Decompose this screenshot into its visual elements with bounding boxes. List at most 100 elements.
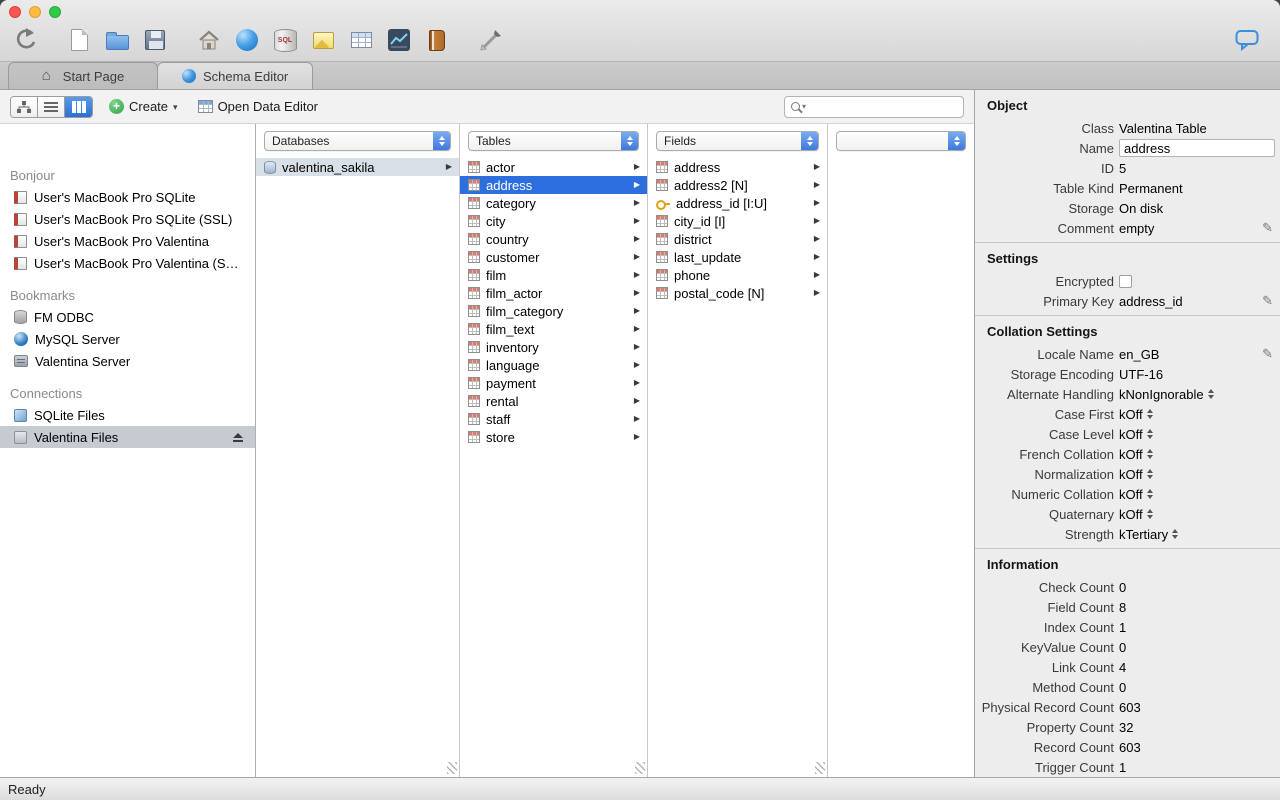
field-row[interactable]: address ▶: [648, 158, 827, 176]
home-icon[interactable]: [194, 24, 224, 56]
sidebar-item[interactable]: User's MacBook Pro Valentina (S…: [0, 252, 255, 274]
field-row[interactable]: address_id [I:U] ▶: [648, 194, 827, 212]
table-row[interactable]: payment ▶: [460, 374, 647, 392]
field-row[interactable]: last_update ▶: [648, 248, 827, 266]
table-grid-icon[interactable]: [346, 24, 376, 56]
close-window-button[interactable]: [9, 6, 21, 18]
table-row-label: film_actor: [486, 285, 543, 301]
sidebar-item[interactable]: User's MacBook Pro Valentina: [0, 230, 255, 252]
search-field[interactable]: ▾: [784, 95, 964, 118]
connection-dart-icon[interactable]: [476, 24, 506, 56]
column-resize-grip[interactable]: [815, 762, 825, 774]
field-row[interactable]: address2 [N] ▶: [648, 176, 827, 194]
edit-pencil-icon[interactable]: ✎: [1262, 220, 1273, 236]
sidebar-item[interactable]: SQLite Files: [0, 404, 255, 426]
minimize-window-button[interactable]: [29, 6, 41, 18]
create-button[interactable]: + Create ▾: [105, 97, 182, 116]
database-sphere-icon[interactable]: [232, 24, 262, 56]
table-row[interactable]: customer ▶: [460, 248, 647, 266]
column-resize-grip[interactable]: [635, 762, 645, 774]
stepper-arrows-icon[interactable]: [1172, 529, 1179, 539]
vfiles-icon: [14, 430, 27, 444]
table-row[interactable]: category ▶: [460, 194, 647, 212]
table-row[interactable]: rental ▶: [460, 392, 647, 410]
disclosure-arrow-icon: ▶: [633, 234, 640, 243]
sidebar-item[interactable]: Valentina Files: [0, 426, 255, 448]
inspector-value: kOff: [1119, 427, 1254, 442]
report-icon[interactable]: [422, 24, 452, 56]
tables-popup-label: Tables: [476, 134, 511, 148]
inspector-row: KeyValue Count 0: [975, 637, 1280, 657]
zoom-window-button[interactable]: [49, 6, 61, 18]
table-row-label: rental: [486, 393, 519, 409]
view-list-button[interactable]: [38, 96, 65, 117]
inspector-row: Strength kTertiary: [975, 524, 1280, 544]
view-columns-button[interactable]: [65, 96, 92, 117]
sql-database-icon[interactable]: SQL: [270, 24, 300, 56]
table-row[interactable]: address ▶: [460, 176, 647, 194]
table-row[interactable]: inventory ▶: [460, 338, 647, 356]
disclosure-arrow-icon: ▶: [633, 198, 640, 207]
field-row[interactable]: postal_code [N] ▶: [648, 284, 827, 302]
stepper-arrows-icon[interactable]: [1207, 389, 1214, 399]
stepper-arrows-icon[interactable]: [1146, 489, 1153, 499]
tab[interactable]: Start Page: [8, 62, 158, 89]
undo-icon[interactable]: [10, 24, 40, 56]
popup-value[interactable]: kTertiary: [1119, 527, 1168, 542]
stepper-arrows-icon[interactable]: [1146, 429, 1153, 439]
edit-pencil-icon[interactable]: ✎: [1262, 346, 1273, 362]
field-row[interactable]: city_id [I] ▶: [648, 212, 827, 230]
table-row[interactable]: country ▶: [460, 230, 647, 248]
name-input[interactable]: [1119, 139, 1275, 157]
tables-popup[interactable]: Tables: [468, 131, 639, 151]
sidebar-item[interactable]: FM ODBC: [0, 306, 255, 328]
table-row[interactable]: film_actor ▶: [460, 284, 647, 302]
table-row[interactable]: film_text ▶: [460, 320, 647, 338]
inspector-value: Valentina Table: [1119, 120, 1207, 136]
search-input[interactable]: [808, 99, 957, 114]
fourth-popup[interactable]: [836, 131, 966, 151]
databases-popup[interactable]: Databases: [264, 131, 451, 151]
stepper-arrows-icon[interactable]: [1146, 449, 1153, 459]
database-row[interactable]: valentina_sakila ▶: [256, 158, 459, 176]
encrypted-checkbox[interactable]: [1119, 274, 1132, 288]
stepper-arrows-icon[interactable]: [1146, 409, 1153, 419]
tab[interactable]: Schema Editor: [157, 62, 314, 89]
open-folder-icon[interactable]: [102, 24, 132, 56]
edit-pencil-icon[interactable]: ✎: [1262, 293, 1273, 309]
save-icon[interactable]: [140, 24, 170, 56]
field-row[interactable]: district ▶: [648, 230, 827, 248]
open-data-editor-button[interactable]: Open Data Editor: [194, 97, 322, 116]
field-row[interactable]: phone ▶: [648, 266, 827, 284]
fields-popup[interactable]: Fields: [656, 131, 819, 151]
snippets-icon[interactable]: [308, 24, 338, 56]
inspector-value: 1: [1119, 619, 1127, 635]
popup-value[interactable]: kOff: [1119, 407, 1143, 422]
inspector-value: 32: [1119, 719, 1134, 735]
popup-value[interactable]: kOff: [1119, 507, 1143, 522]
popup-value[interactable]: kOff: [1119, 447, 1143, 462]
sidebar-item[interactable]: Valentina Server: [0, 350, 255, 372]
stepper-arrows-icon[interactable]: [1146, 509, 1153, 519]
popup-value[interactable]: kOff: [1119, 487, 1143, 502]
eject-icon[interactable]: [233, 432, 243, 442]
stepper-arrows-icon[interactable]: [1146, 469, 1153, 479]
table-row[interactable]: staff ▶: [460, 410, 647, 428]
column-resize-grip[interactable]: [447, 762, 457, 774]
feedback-bubble-icon[interactable]: [1232, 24, 1262, 56]
sidebar-item[interactable]: MySQL Server: [0, 328, 255, 350]
sidebar-item[interactable]: User's MacBook Pro SQLite: [0, 186, 255, 208]
new-document-icon[interactable]: [64, 24, 94, 56]
table-row[interactable]: actor ▶: [460, 158, 647, 176]
table-row[interactable]: language ▶: [460, 356, 647, 374]
table-row[interactable]: film_category ▶: [460, 302, 647, 320]
table-row[interactable]: city ▶: [460, 212, 647, 230]
table-row[interactable]: film ▶: [460, 266, 647, 284]
view-tree-button[interactable]: [11, 96, 38, 117]
table-row[interactable]: store ▶: [460, 428, 647, 446]
chart-icon[interactable]: [384, 24, 414, 56]
popup-value[interactable]: kNonIgnorable: [1119, 387, 1204, 402]
popup-value[interactable]: kOff: [1119, 467, 1143, 482]
sidebar-item[interactable]: User's MacBook Pro SQLite (SSL): [0, 208, 255, 230]
popup-value[interactable]: kOff: [1119, 427, 1143, 442]
